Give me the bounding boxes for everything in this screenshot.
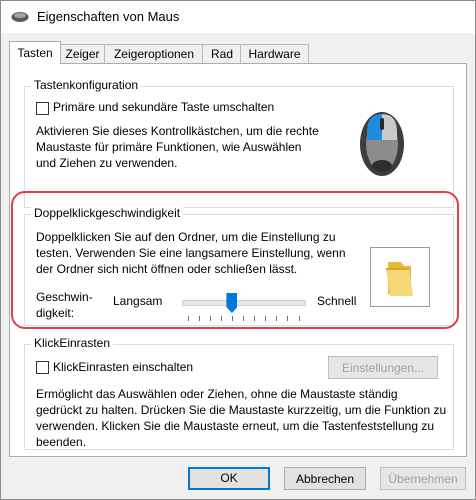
clicklock-label[interactable]: KlickEinrasten einschalten [53, 359, 193, 375]
clicklock-desc-4: beenden. [36, 435, 87, 449]
dialog-window: Eigenschaften von Maus Tasten Zeiger Zei… [0, 0, 476, 500]
button-config-desc-1: Aktivieren Sie dieses Kontrollkästchen, … [36, 124, 319, 138]
swap-buttons-label[interactable]: Primäre und sekundäre Taste umschalten [53, 99, 274, 115]
tab-zeiger[interactable]: Zeiger [59, 44, 106, 63]
tab-tasten[interactable]: Tasten [9, 41, 61, 64]
swap-buttons-checkbox[interactable] [36, 102, 49, 115]
button-config-title: Tastenkonfiguration [31, 78, 142, 92]
mouse-app-icon [11, 12, 29, 22]
button-config-desc-3: und Ziehen zu verwenden. [36, 156, 178, 170]
window-title: Eigenschaften von Maus [37, 9, 180, 24]
clicklock-desc-2: gedrückt zu halten. Drücken Sie die Maus… [36, 403, 447, 417]
clicklock-desc-1: Ermöglicht das Auswählen oder Ziehen, oh… [36, 387, 398, 401]
apply-button[interactable]: Übernehmen [380, 467, 466, 490]
mouse-illustration-icon [360, 112, 404, 176]
button-config-desc-2: Maustaste für primäre Funktionen, wie Au… [36, 140, 302, 154]
clicklock-checkbox[interactable] [36, 361, 49, 374]
title-bar[interactable]: Eigenschaften von Maus [1, 1, 475, 33]
clicklock-settings-button[interactable]: Einstellungen... [328, 356, 438, 379]
tab-hardware[interactable]: Hardware [240, 44, 309, 63]
tab-zeigeroptionen[interactable]: Zeigeroptionen [104, 44, 204, 63]
cancel-button[interactable]: Abbrechen [284, 467, 366, 490]
ok-button[interactable]: OK [188, 467, 270, 490]
tab-rad[interactable]: Rad [202, 44, 242, 63]
annotation-highlight [11, 191, 459, 329]
clicklock-title: KlickEinrasten [31, 336, 114, 350]
clicklock-desc-3: verwenden. Klicken Sie die Maustaste ern… [36, 419, 435, 433]
